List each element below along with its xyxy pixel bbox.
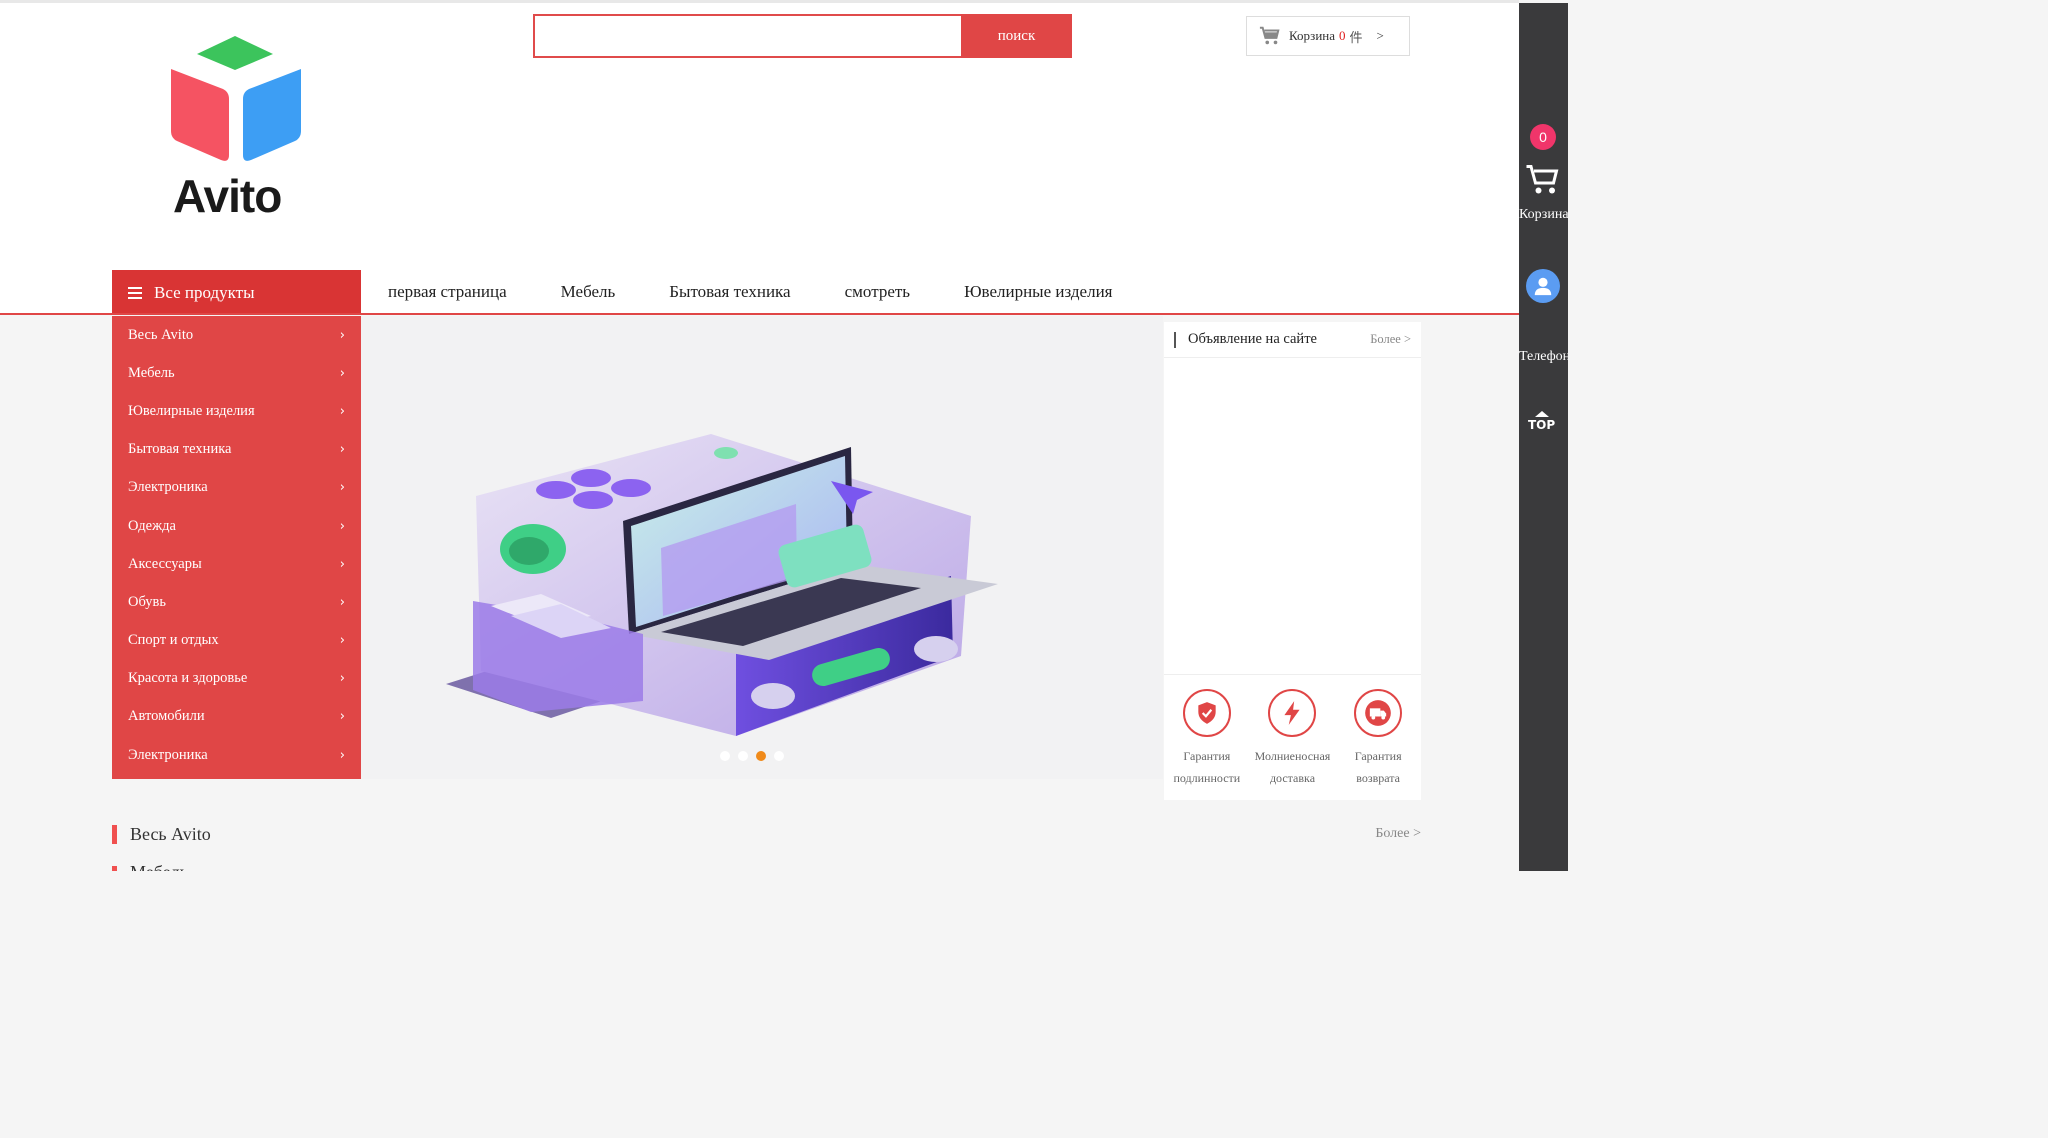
next-section-title: Мебель (130, 862, 188, 871)
chevron-right-icon: › (339, 747, 345, 763)
section-header: Весь Avito Более > (112, 820, 1421, 848)
carousel-dot-active[interactable] (756, 751, 766, 761)
rail-cart-label[interactable]: Корзина (1519, 207, 1568, 223)
nav-link-furniture[interactable]: Мебель (534, 282, 643, 302)
category-item[interactable]: Ювелирные изделия › (112, 392, 361, 430)
guarantee-label: Молниеносная (1254, 749, 1331, 763)
guarantee-label: Гарантия (1183, 749, 1231, 763)
section-title: Весь Avito (130, 823, 211, 844)
guarantee-list: Гарантия подлинности Молниеносная достав… (1164, 674, 1421, 800)
category-item[interactable]: Электроника › (112, 469, 361, 507)
announcement-panel: Объявление на сайте Более > Гарантия под… (1164, 322, 1421, 800)
announcement-title: Объявление на сайте (1188, 331, 1317, 347)
cart-unit: 件 (1349, 29, 1363, 45)
chevron-right-icon: › (339, 442, 345, 458)
carousel-dot[interactable] (738, 751, 748, 761)
category-item[interactable]: Электроника › (112, 736, 361, 774)
avito-logo[interactable]: Avito (113, 7, 361, 245)
carousel-dots (720, 751, 784, 761)
all-products-button[interactable]: Все продукты (112, 270, 361, 315)
rail-phone-label[interactable]: Телефон (1519, 349, 1568, 365)
guarantee-label: доставка (1269, 771, 1316, 785)
nav-link-watch[interactable]: смотреть (818, 282, 937, 302)
cube-logo-icon (171, 36, 301, 161)
lightning-icon (1268, 689, 1317, 737)
cart-arrow: > (1376, 28, 1384, 43)
guarantee-authenticity[interactable]: Гарантия подлинности (1165, 689, 1249, 800)
back-to-top-label: TOP (1528, 418, 1556, 432)
guarantee-label: Гарантия (1354, 749, 1402, 763)
category-item[interactable]: Мебель › (112, 354, 361, 392)
chevron-right-icon: › (339, 671, 345, 687)
search-input[interactable] (535, 16, 962, 56)
search-bar: поиск (533, 14, 1072, 58)
right-toolbar: 0 Корзина Телефон TOP (1519, 3, 1568, 871)
section-accent-bar (112, 824, 117, 844)
guarantee-label: возврата (1356, 771, 1400, 785)
category-item[interactable]: Весь Avito › (112, 316, 361, 354)
all-products-label: Все продукты (154, 282, 255, 302)
main-nav: первая страница Мебель Бытовая техника с… (361, 270, 1140, 313)
delivery-truck-icon (1354, 689, 1403, 737)
category-item[interactable]: Автомобили › (112, 698, 361, 736)
rail-cart-count-badge: 0 (1530, 124, 1556, 150)
carousel-dot[interactable] (774, 751, 784, 761)
chevron-right-icon: › (339, 709, 345, 725)
user-icon[interactable] (1526, 269, 1560, 303)
hero-illustration (446, 434, 998, 736)
category-item[interactable]: Спорт и отдых › (112, 622, 361, 660)
guarantee-fast-delivery[interactable]: Молниеносная доставка (1250, 689, 1334, 800)
guarantee-label: подлинности (1173, 771, 1241, 785)
section-more-link[interactable]: Более > (1375, 826, 1421, 842)
chevron-right-icon: › (339, 556, 345, 572)
chevron-right-icon: › (339, 480, 345, 496)
category-item[interactable]: Аксессуары › (112, 545, 361, 583)
category-item[interactable]: Обувь › (112, 583, 361, 621)
chevron-right-icon: › (339, 633, 345, 649)
search-button[interactable]: поиск (961, 14, 1072, 58)
nav-link-appliances[interactable]: Бытовая техника (642, 282, 817, 302)
chevron-right-icon: › (339, 365, 345, 381)
hero-banner[interactable] (361, 316, 1163, 779)
category-item[interactable]: Бытовая техника › (112, 431, 361, 469)
shield-check-icon (1182, 689, 1231, 737)
category-item[interactable]: Красота и здоровье › (112, 660, 361, 698)
cart-icon[interactable] (1525, 163, 1561, 197)
header-cart-button[interactable]: Корзина 0 件 > (1246, 16, 1410, 56)
category-item[interactable]: Одежда › (112, 507, 361, 545)
chevron-right-icon: › (339, 594, 345, 610)
chevron-right-icon: › (339, 327, 345, 343)
chevron-right-icon: › (339, 403, 345, 419)
chevron-right-icon: › (339, 518, 345, 534)
logo-wordmark: Avito (173, 170, 282, 222)
announcement-header: Объявление на сайте Более > (1164, 322, 1421, 358)
announcement-more-link[interactable]: Более > (1370, 332, 1411, 347)
title-accent-bar (1174, 331, 1176, 348)
cart-icon (1259, 26, 1280, 45)
arrow-up-icon (1534, 411, 1549, 417)
back-to-top-button[interactable]: TOP (1528, 411, 1555, 432)
guarantee-return[interactable]: Гарантия возврата (1336, 689, 1420, 800)
cart-count: 0 (1339, 28, 1346, 43)
nav-divider (0, 313, 1519, 315)
nav-link-home[interactable]: первая страница (361, 282, 534, 302)
cart-label: Корзина (1289, 28, 1336, 43)
menu-icon (128, 286, 142, 299)
carousel-dot[interactable] (720, 751, 730, 761)
section-accent-bar (112, 866, 117, 871)
nav-link-jewelry[interactable]: Ювелирные изделия (937, 282, 1139, 302)
category-menu: Весь Avito › Мебель › Ювелирные изделия › Б… (112, 316, 361, 779)
